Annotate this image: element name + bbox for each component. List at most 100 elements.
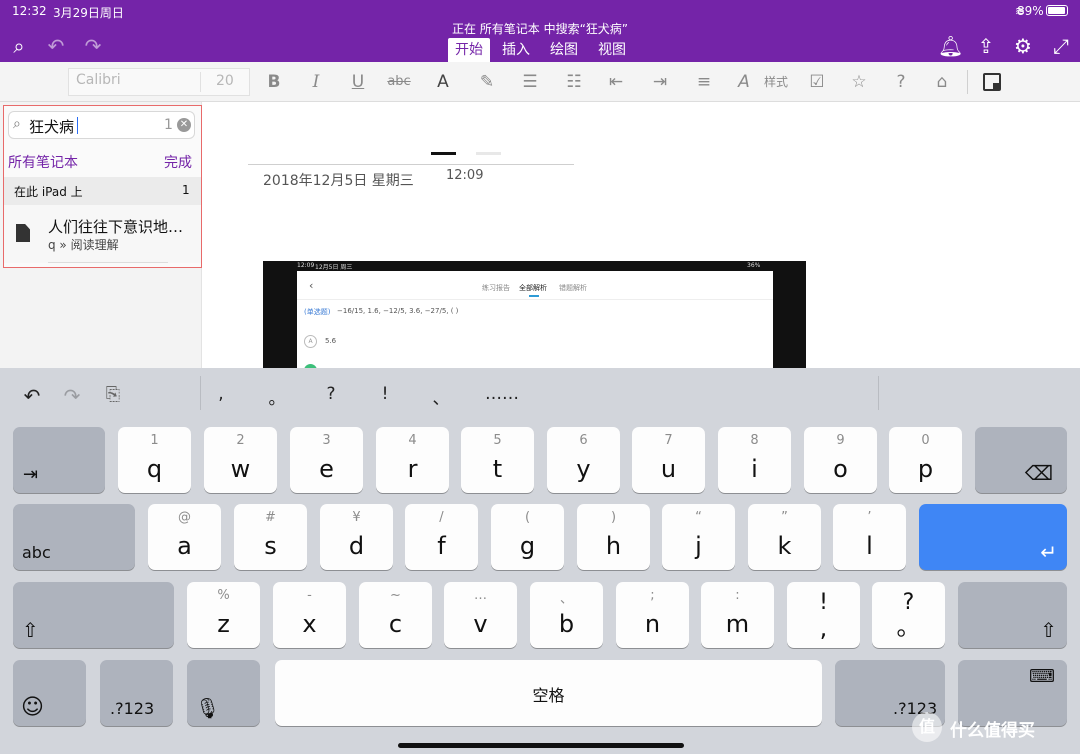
styles-label[interactable]: 样式 [760, 62, 792, 102]
key-z[interactable]: % z [187, 582, 260, 648]
key-f[interactable]: / f [405, 504, 478, 570]
search-icon[interactable]: ⌕ [7, 34, 31, 58]
key-j[interactable]: “j [662, 504, 735, 570]
tab-draw[interactable]: 绘图 [543, 38, 585, 62]
numbers-key-left[interactable]: .?123 [100, 660, 173, 726]
key-x[interactable]: -x [273, 582, 346, 648]
underline-icon[interactable]: U [346, 62, 370, 102]
key-a[interactable]: @ a [148, 504, 221, 570]
key-u[interactable]: 7u [632, 427, 705, 493]
redo-icon[interactable]: ↷ [81, 34, 105, 58]
highlighter-icon[interactable]: ✎ [474, 62, 500, 102]
gear-icon[interactable]: ⚙ [1011, 34, 1035, 58]
font-size[interactable]: 20 [216, 73, 234, 89]
space-key[interactable]: 空格 [275, 660, 822, 726]
emoji-key[interactable]: ☺ [13, 660, 86, 726]
tab-home[interactable]: 开始 [448, 38, 490, 62]
numbered-list-icon[interactable]: ☷ [560, 62, 588, 102]
keyboard-redo-icon[interactable]: ↷ [60, 384, 84, 408]
key-y[interactable]: 6y [547, 427, 620, 493]
scope-all-notebooks[interactable]: 所有笔记本 [8, 152, 78, 172]
prediction-period[interactable]: 。 [266, 384, 288, 409]
return-key[interactable]: ↵ [919, 504, 1067, 570]
key-v[interactable]: … v [444, 582, 517, 648]
indent-icon[interactable]: ⇥ [646, 62, 674, 102]
embed-option-value: 5.6 [325, 337, 337, 345]
key-i[interactable]: 8i [718, 427, 791, 493]
done-button[interactable]: 完成 [164, 152, 192, 172]
tab-insert[interactable]: 插入 [495, 38, 537, 62]
key-d[interactable]: ¥ d [320, 504, 393, 570]
search-result-item[interactable]: 人们往往下意识地… q » 阅读理解 [4, 205, 201, 263]
text-cursor [77, 117, 78, 134]
keyboard-paste-icon[interactable]: ⎘ [101, 384, 125, 405]
outdent-icon[interactable]: ⇤ [602, 62, 630, 102]
checkbox-icon[interactable]: ☑ [804, 62, 830, 102]
key-v-label: v [473, 610, 488, 638]
question-icon[interactable]: ? [888, 62, 914, 102]
shift-key-right[interactable]: ⇧ [958, 582, 1067, 648]
styles-icon[interactable]: A [730, 62, 758, 102]
key-p[interactable]: 0p [889, 427, 962, 493]
prediction-exclaim[interactable]: ! [374, 384, 396, 404]
abc-key[interactable]: abc [13, 504, 135, 570]
page-time: 12:09 [446, 168, 484, 183]
key-m[interactable]: :m [701, 582, 774, 648]
share-icon[interactable]: ⇪ [974, 34, 998, 58]
bullet-list-icon[interactable]: ☰ [516, 62, 544, 102]
tag-icon[interactable]: ⌂ [928, 62, 956, 102]
key-c-sub: ~ [390, 588, 401, 603]
key-t-sub: 5 [493, 433, 502, 448]
embed-back-icon: ‹ [309, 279, 314, 292]
key-r[interactable]: 4r [376, 427, 449, 493]
prediction-dunhao[interactable]: 、 [430, 384, 452, 409]
key-b[interactable]: 、 b [530, 582, 603, 648]
italic-icon[interactable]: I [304, 62, 328, 102]
battery-percent: 89% [1017, 4, 1044, 18]
bold-icon[interactable]: B [262, 62, 286, 102]
key-period[interactable]: ?。 [872, 582, 945, 648]
clear-search-icon[interactable]: ✕ [177, 118, 191, 132]
embed-option-letter: A [304, 335, 317, 348]
tab-key[interactable]: ⇥ [13, 427, 105, 493]
key-u-label: u [660, 455, 677, 483]
bell-icon[interactable]: 🔔︎ [938, 34, 963, 58]
emoji-icon: ☺ [21, 695, 44, 720]
star-icon[interactable]: ☆ [846, 62, 872, 102]
key-n-sub: ; [650, 588, 655, 603]
prediction-question[interactable]: ? [320, 384, 342, 404]
embedded-screenshot[interactable]: 12:09 12月5日 周三 36% ‹ 练习报告 全部解析 错题解析 (单选题… [263, 261, 806, 368]
font-color-icon[interactable]: A [430, 62, 456, 102]
key-l-sub: ’ [867, 510, 872, 525]
key-c[interactable]: ~ c [359, 582, 432, 648]
dictation-key[interactable]: 🎙︎ [187, 660, 260, 726]
shift-key-left[interactable]: ⇧ [13, 582, 174, 648]
align-icon[interactable]: ≡ [690, 62, 718, 102]
keyboard-undo-icon[interactable]: ↶ [20, 384, 44, 408]
key-k[interactable]: ” k [748, 504, 821, 570]
search-input[interactable]: ⌕ 狂犬病 1 ✕ [8, 111, 195, 139]
key-h[interactable]: ) h [577, 504, 650, 570]
key-q[interactable]: 1q [118, 427, 191, 493]
key-e[interactable]: 3e [290, 427, 363, 493]
key-t[interactable]: 5t [461, 427, 534, 493]
note-container-icon[interactable] [983, 73, 1001, 91]
tab-view[interactable]: 视图 [591, 38, 633, 62]
key-g[interactable]: (g [491, 504, 564, 570]
prediction-ellipsis[interactable]: …… [484, 384, 520, 404]
prediction-comma[interactable]: , [210, 384, 232, 404]
key-comma[interactable]: !, [787, 582, 860, 648]
undo-icon[interactable]: ↶ [44, 34, 68, 58]
strikethrough-icon[interactable]: abc [385, 62, 413, 102]
key-o[interactable]: 9o [804, 427, 877, 493]
key-w[interactable]: 2w [204, 427, 277, 493]
fullscreen-icon[interactable]: ⤢ [1049, 34, 1073, 58]
key-s[interactable]: # s [234, 504, 307, 570]
font-name[interactable]: Calibri [76, 72, 121, 88]
delete-key[interactable]: ⌫ [975, 427, 1067, 493]
key-n[interactable]: ; n [616, 582, 689, 648]
key-l[interactable]: ’ l [833, 504, 906, 570]
key-d-label: d [348, 532, 365, 560]
home-indicator [398, 743, 684, 748]
search-query[interactable]: 狂犬病 [29, 116, 74, 137]
